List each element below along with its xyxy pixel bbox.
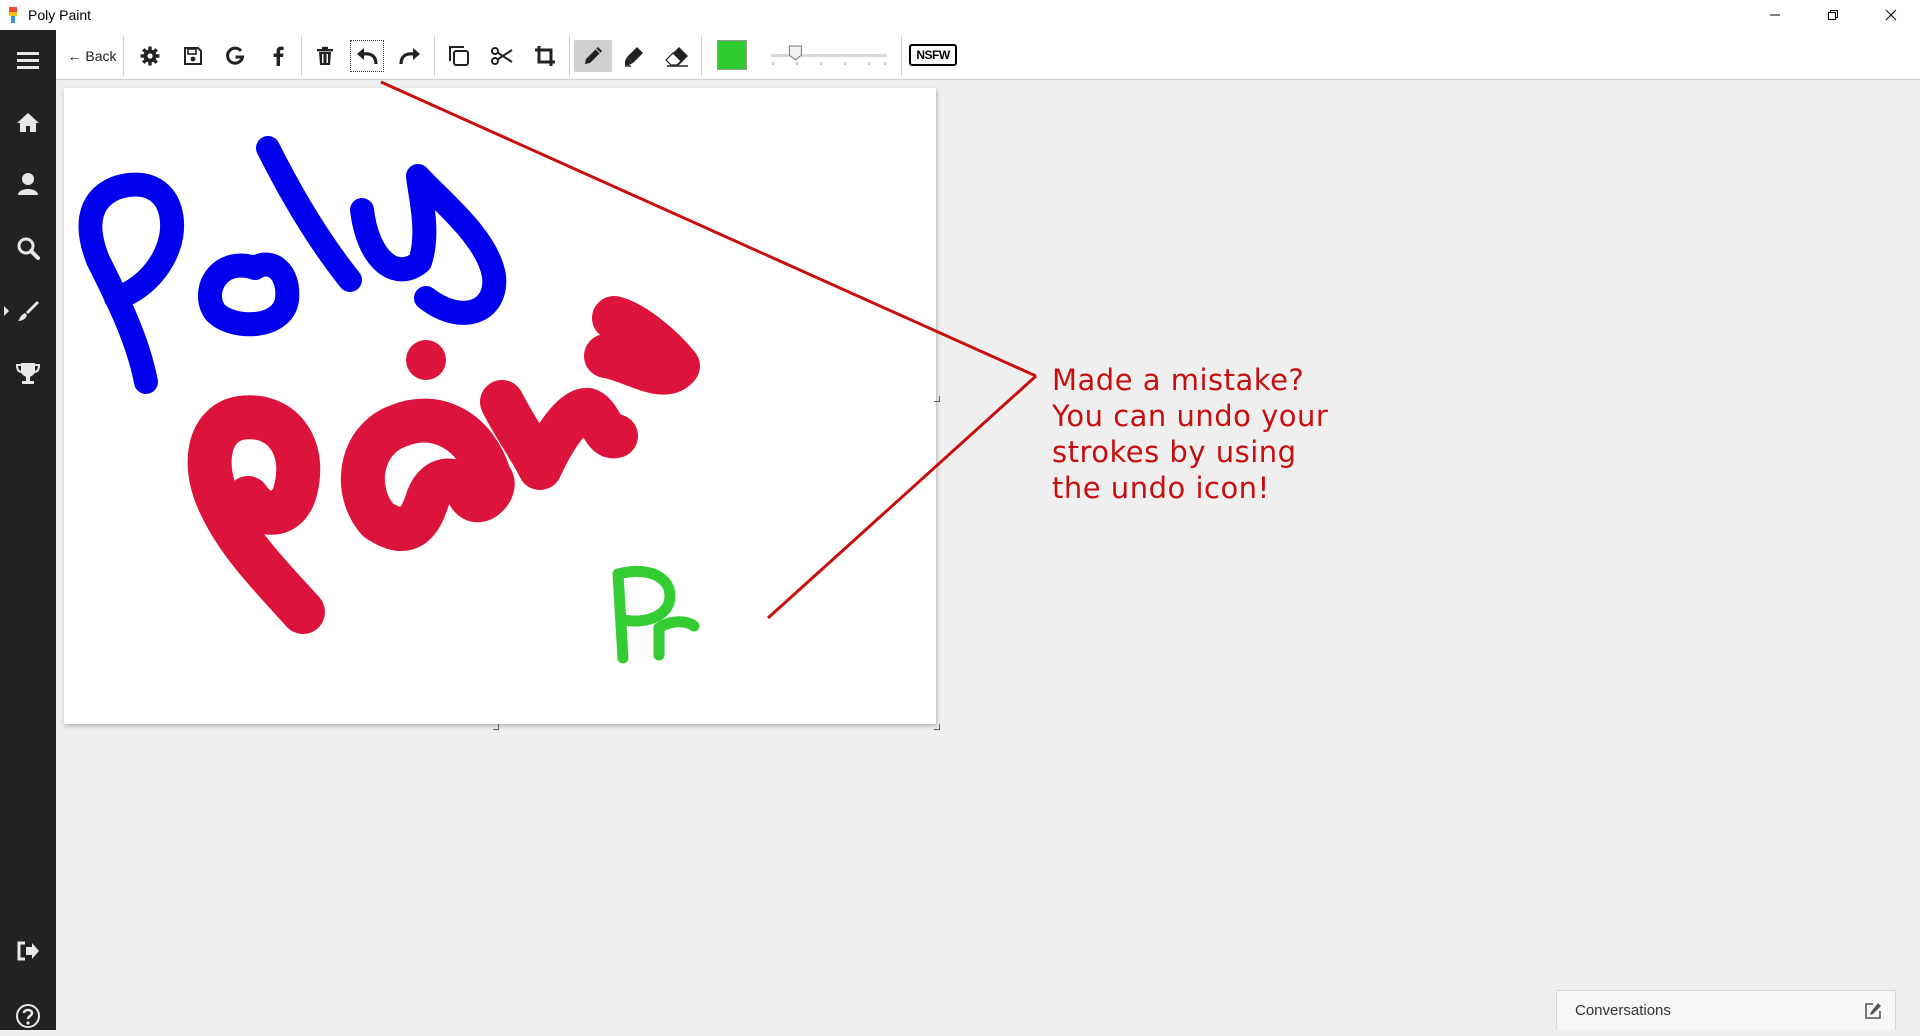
drawing-canvas[interactable] xyxy=(64,88,936,724)
title-bar: Poly Paint xyxy=(0,0,1920,30)
save-icon xyxy=(184,47,202,65)
sidebar-item-home[interactable] xyxy=(0,102,56,142)
save-button[interactable] xyxy=(177,40,209,72)
hamburger-menu-icon xyxy=(17,52,39,69)
sidebar-item-paint[interactable] xyxy=(0,291,56,331)
window-title: Poly Paint xyxy=(28,7,92,23)
redo-button[interactable] xyxy=(393,40,427,72)
thickness-slider[interactable] xyxy=(767,44,893,68)
edit-icon[interactable] xyxy=(1863,1001,1883,1021)
sidebar-item-menu[interactable] xyxy=(0,40,56,80)
close-button[interactable] xyxy=(1862,0,1920,30)
search-icon xyxy=(17,237,40,260)
resize-handle-right[interactable] xyxy=(934,396,940,402)
help-icon xyxy=(16,1004,40,1028)
cut-button[interactable] xyxy=(486,40,518,72)
toolbar-divider xyxy=(901,36,902,76)
callout-line: Made a mistake? xyxy=(1052,363,1305,397)
facebook-share-button[interactable] xyxy=(262,40,294,72)
marker-icon xyxy=(625,47,643,67)
sign-out-icon xyxy=(17,941,39,961)
toolbar-divider xyxy=(434,36,435,76)
callout-line: strokes by using xyxy=(1052,435,1297,469)
restore-icon xyxy=(1828,10,1838,20)
redo-icon xyxy=(399,48,420,65)
callout-line: the undo icon! xyxy=(1052,471,1270,505)
app-logo-icon xyxy=(9,7,17,23)
toolbar-divider xyxy=(123,36,124,76)
marker-tool-button[interactable] xyxy=(618,40,650,72)
trash-icon xyxy=(317,46,333,65)
google-icon xyxy=(226,46,245,65)
toolbar: ← Back NSFW xyxy=(56,30,1920,80)
sidebar-item-search[interactable] xyxy=(0,228,56,268)
toolbar-divider xyxy=(301,36,302,76)
callout-line: You can undo your xyxy=(1052,399,1329,433)
facebook-icon xyxy=(273,46,284,66)
crop-icon xyxy=(535,46,555,66)
trophy-icon xyxy=(15,363,41,384)
eraser-tool-button[interactable] xyxy=(660,40,694,72)
brush-icon xyxy=(18,301,39,321)
sidebar xyxy=(0,30,56,1030)
cut-icon xyxy=(491,47,513,65)
crop-button[interactable] xyxy=(529,40,561,72)
eraser-icon xyxy=(665,47,688,67)
color-picker-swatch[interactable] xyxy=(717,40,747,70)
resize-handle-bottom[interactable] xyxy=(493,724,499,730)
sidebar-item-profile[interactable] xyxy=(0,164,56,204)
settings-button[interactable] xyxy=(134,40,166,72)
sidebar-item-leaderboard[interactable] xyxy=(0,353,56,393)
settings-icon xyxy=(140,46,160,66)
delete-button[interactable] xyxy=(309,40,341,72)
minimize-icon xyxy=(1770,14,1780,16)
undo-button[interactable] xyxy=(350,40,384,72)
conversations-panel[interactable]: Conversations xyxy=(1556,990,1896,1030)
active-indicator-caret xyxy=(4,306,9,316)
resize-handle-corner[interactable] xyxy=(934,724,940,730)
toolbar-divider xyxy=(569,36,570,76)
conversations-label: Conversations xyxy=(1575,1002,1671,1019)
window-controls xyxy=(1746,0,1920,30)
restore-button[interactable] xyxy=(1804,0,1862,30)
toolbar-divider xyxy=(701,36,702,76)
home-icon xyxy=(17,113,39,132)
back-button[interactable]: ← Back xyxy=(62,40,122,72)
tutorial-callout: Made a mistake? You can undo your stroke… xyxy=(1052,362,1392,506)
pencil-icon xyxy=(585,47,602,64)
duplicate-icon xyxy=(449,46,469,66)
undo-icon xyxy=(357,48,378,65)
sidebar-item-help[interactable] xyxy=(0,996,56,1036)
user-icon xyxy=(18,173,38,195)
minimize-button[interactable] xyxy=(1746,0,1804,30)
sidebar-item-logout[interactable] xyxy=(0,931,56,971)
nsfw-toggle-button[interactable]: NSFW xyxy=(909,44,957,66)
slider-thumb xyxy=(788,45,802,61)
pencil-tool-button[interactable] xyxy=(574,40,612,72)
google-share-button[interactable] xyxy=(219,40,251,72)
duplicate-button[interactable] xyxy=(443,40,475,72)
close-icon xyxy=(1885,9,1897,21)
